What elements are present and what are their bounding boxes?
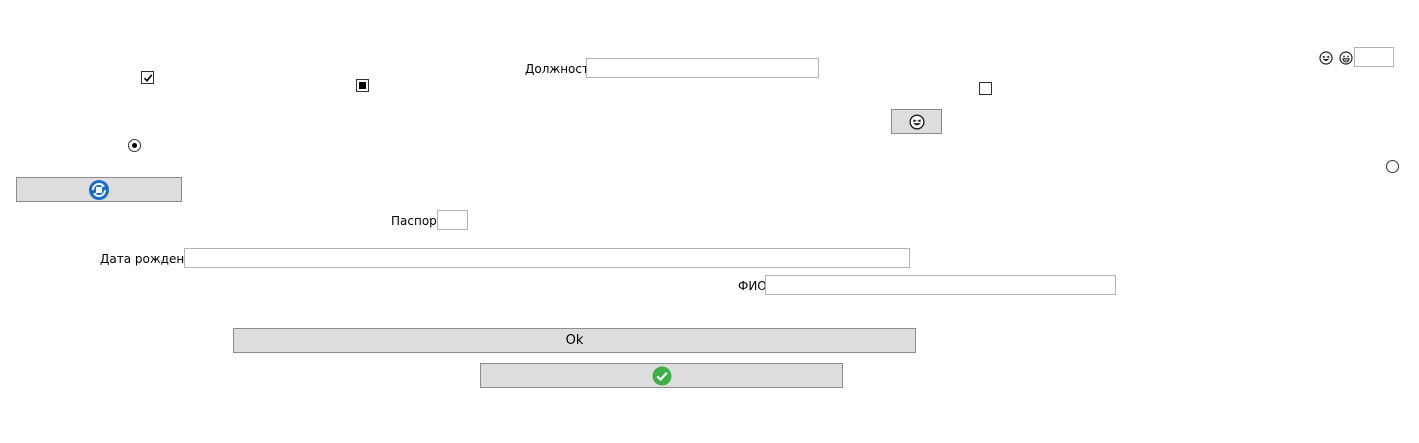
ok-button-label: Ok bbox=[565, 333, 584, 348]
fio-input[interactable] bbox=[765, 275, 1116, 295]
checkmark-icon bbox=[652, 366, 671, 385]
refresh-button[interactable] bbox=[16, 177, 182, 202]
indeterminate-mark bbox=[359, 82, 366, 89]
fio-label: ФИО bbox=[738, 279, 767, 293]
radio-dot bbox=[132, 143, 137, 148]
checkbox-indeterminate[interactable] bbox=[356, 79, 369, 92]
laughing-face-icon bbox=[908, 113, 925, 130]
laughing-face-icon bbox=[1319, 51, 1333, 68]
refresh-icon bbox=[89, 179, 109, 200]
top-right-input[interactable] bbox=[1354, 47, 1394, 67]
radio-unselected[interactable] bbox=[1386, 160, 1399, 173]
passport-label: Паспорт bbox=[391, 214, 444, 228]
position-input[interactable] bbox=[586, 58, 819, 78]
checkbox-checked[interactable] bbox=[141, 71, 154, 84]
grinning-face-icon bbox=[1339, 51, 1353, 68]
checkbox-unchecked[interactable] bbox=[979, 82, 992, 95]
checkmark-glyph-icon bbox=[143, 73, 152, 82]
emoji-button[interactable] bbox=[891, 109, 942, 134]
radio-selected[interactable] bbox=[128, 139, 141, 152]
confirm-button[interactable] bbox=[480, 363, 843, 388]
birthdate-input[interactable] bbox=[184, 248, 910, 268]
passport-input[interactable] bbox=[437, 210, 468, 230]
ok-button[interactable]: Ok bbox=[233, 328, 916, 353]
